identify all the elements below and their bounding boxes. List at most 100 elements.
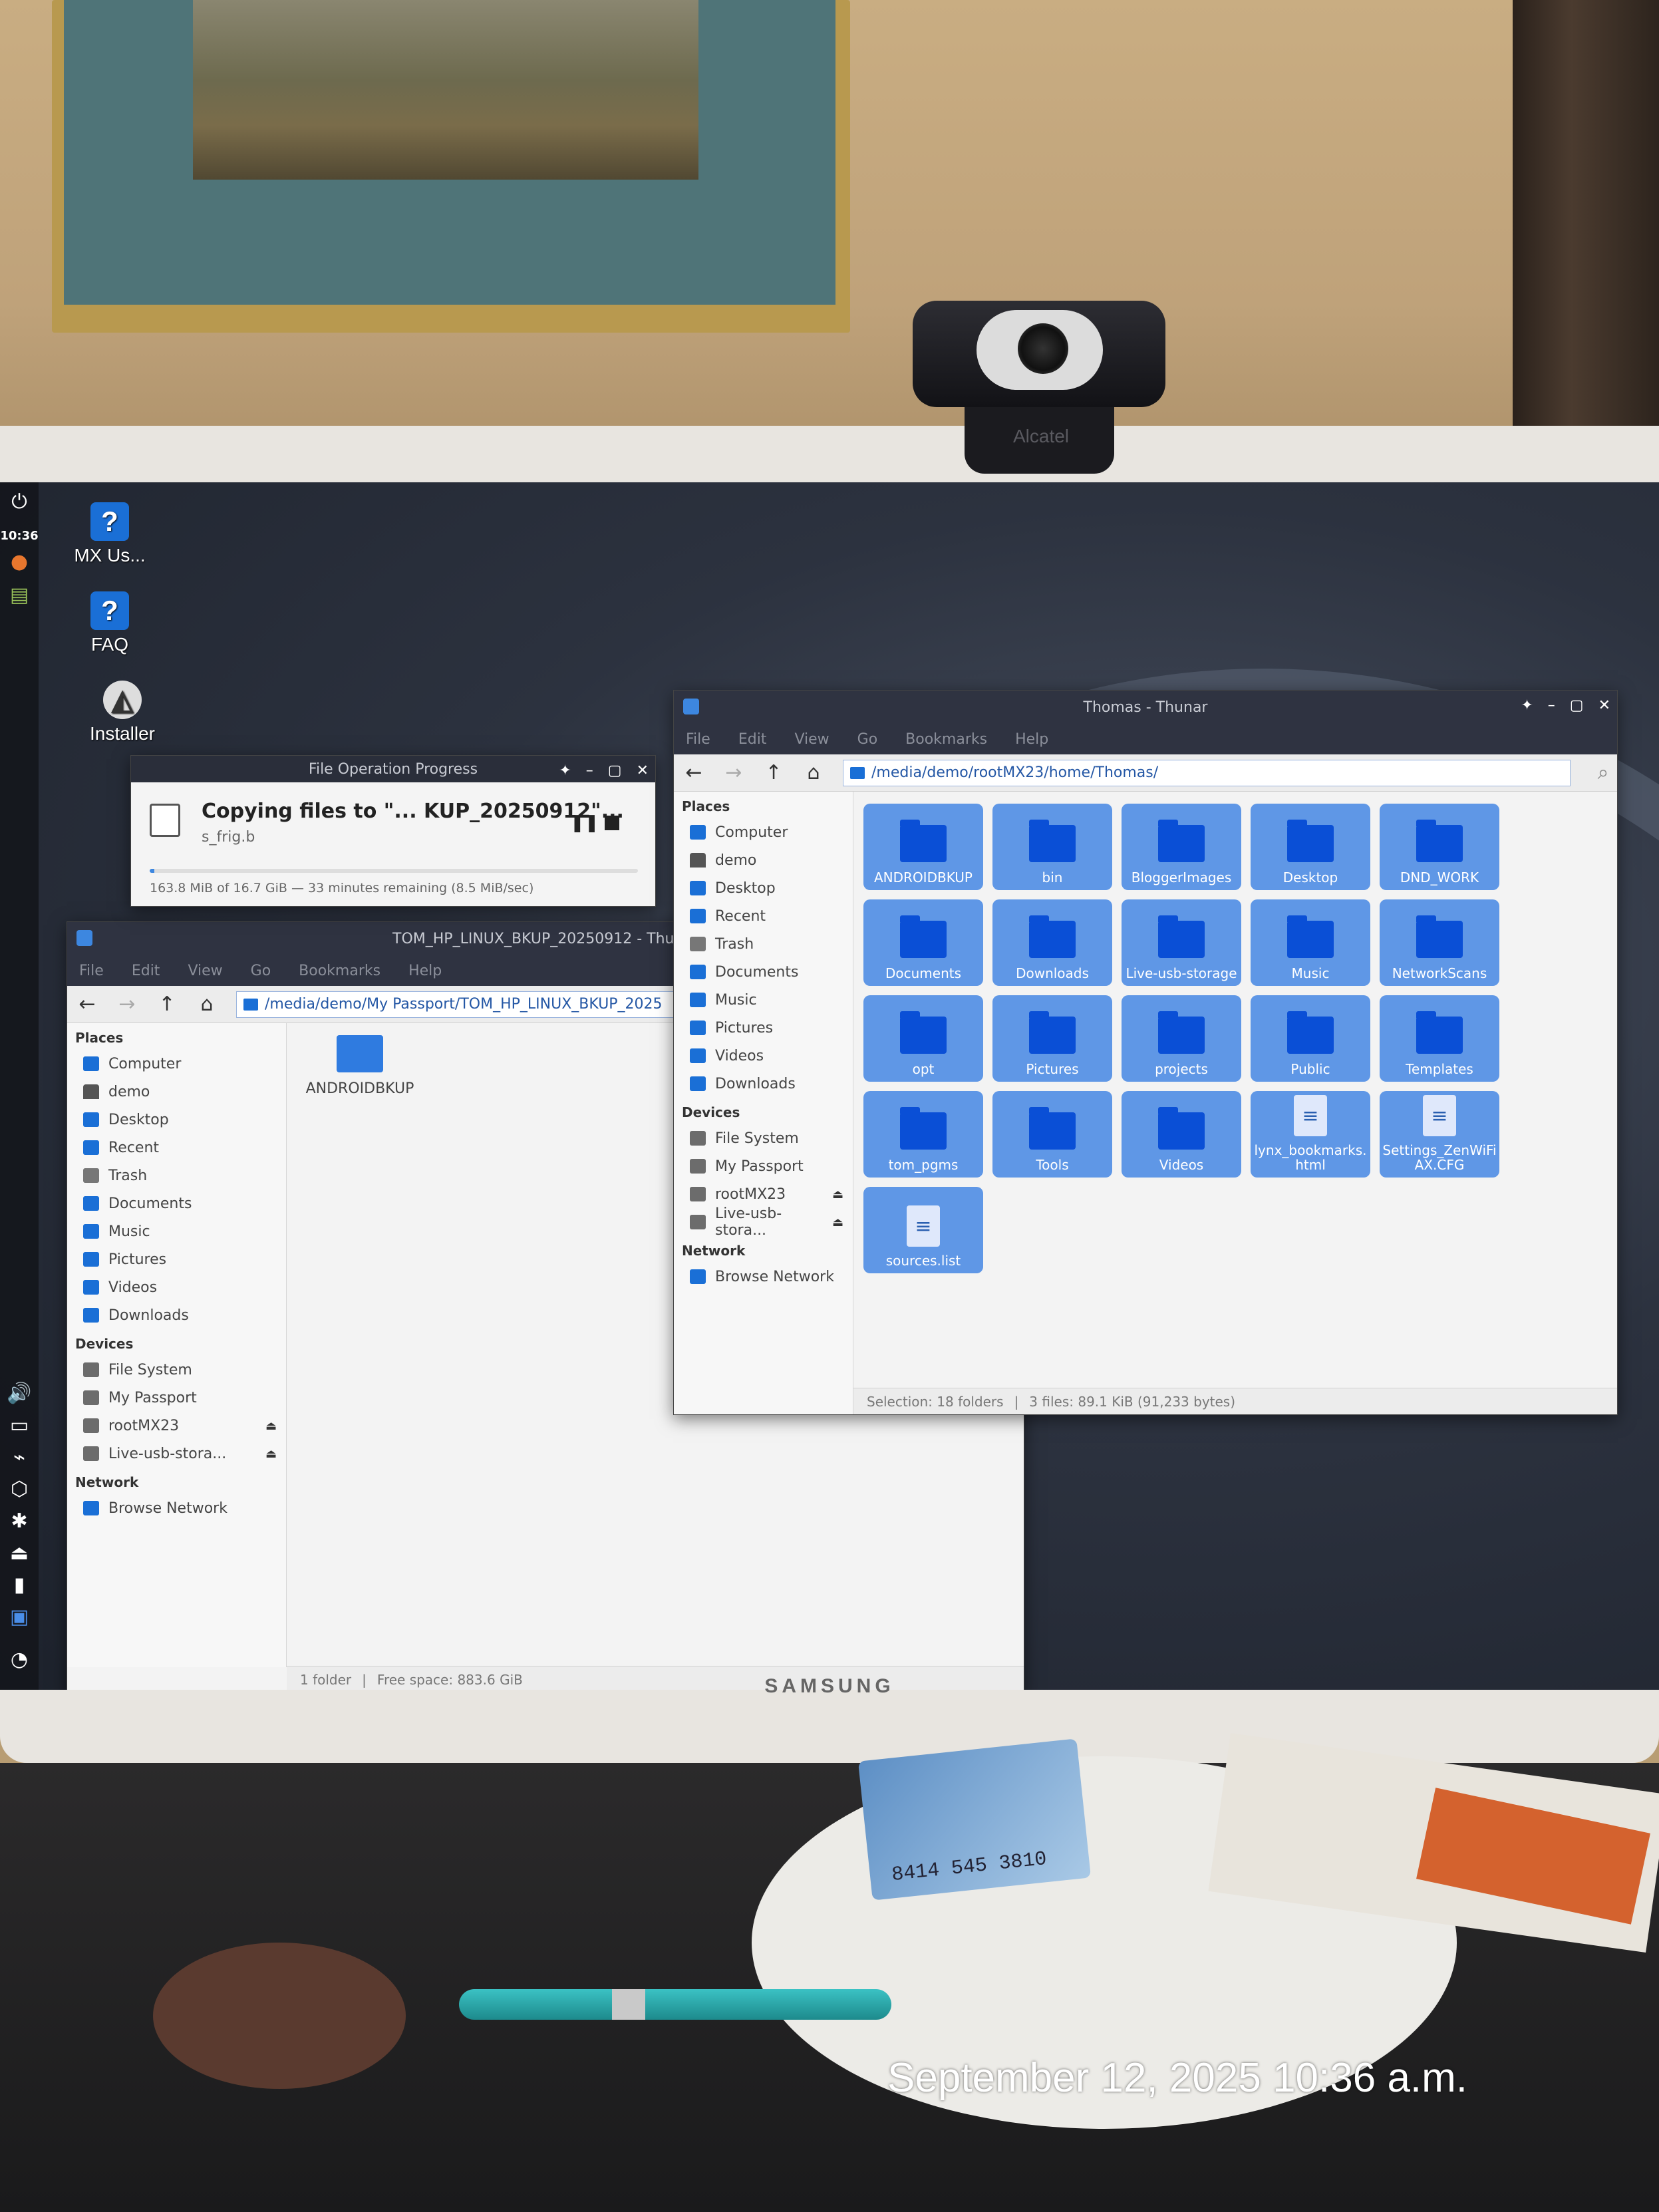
sidebar-item-desktop[interactable]: Desktop xyxy=(674,874,853,902)
file-item-projects[interactable]: projects xyxy=(1122,995,1241,1082)
pin-icon[interactable]: ✦ xyxy=(559,762,571,779)
bluetooth-icon[interactable]: ✱ xyxy=(7,1508,32,1533)
sidebar-item-downloads[interactable]: Downloads xyxy=(67,1301,286,1329)
up-arrow-icon[interactable]: ↑ xyxy=(763,761,784,784)
file-item-tom-pgms[interactable]: tom_pgms xyxy=(863,1091,983,1178)
sidebar-item-browse-network[interactable]: Browse Network xyxy=(67,1494,286,1522)
file-item-desktop[interactable]: Desktop xyxy=(1251,804,1370,890)
desktop-icon-faq[interactable]: ? FAQ xyxy=(57,591,163,655)
sidebar-item-downloads[interactable]: Downloads xyxy=(674,1070,853,1098)
back-arrow-icon[interactable]: ← xyxy=(683,761,704,784)
sidebar-item-pictures[interactable]: Pictures xyxy=(674,1014,853,1042)
sidebar-item-computer[interactable]: Computer xyxy=(67,1050,286,1078)
file-item-music[interactable]: Music xyxy=(1251,899,1370,986)
menu-go[interactable]: Go xyxy=(251,963,271,979)
workspace-icon[interactable]: ▣ xyxy=(7,1604,32,1629)
pin-icon[interactable]: ✦ xyxy=(1521,697,1533,714)
file-manager-icon[interactable]: ▤ xyxy=(7,582,32,607)
file-item-lynx-bookmarks-html[interactable]: ≡ lynx_bookmarks.html xyxy=(1251,1091,1370,1178)
home-icon[interactable]: ⌂ xyxy=(196,993,218,1016)
file-item-settings-zenwifi-ax-cfg[interactable]: ≡ Settings_ZenWiFi AX.CFG xyxy=(1380,1091,1499,1178)
minimize-icon[interactable]: – xyxy=(1548,697,1555,714)
sidebar-item-rootmx23[interactable]: rootMX23 ⏏ xyxy=(67,1412,286,1440)
network-icon[interactable]: ▭ xyxy=(7,1412,32,1438)
sidebar-item-videos[interactable]: Videos xyxy=(674,1042,853,1070)
search-icon[interactable]: ⌕ xyxy=(1589,761,1617,784)
sidebar-item-music[interactable]: Music xyxy=(67,1217,286,1245)
gauge-icon[interactable]: ◔ xyxy=(7,1647,32,1672)
sidebar-item-my-passport[interactable]: My Passport xyxy=(674,1152,853,1180)
sidebar-item-live-usb[interactable]: Live-usb-stora... ⏏ xyxy=(67,1440,286,1468)
file-item-bin[interactable]: bin xyxy=(992,804,1112,890)
file-item-sources-list[interactable]: ≡ sources.list xyxy=(863,1187,983,1273)
menu-file[interactable]: File xyxy=(686,731,710,748)
file-item-public[interactable]: Public xyxy=(1251,995,1370,1082)
desktop-icon-installer[interactable]: ◭ Installer xyxy=(69,681,176,744)
sidebar-item-rootmx23[interactable]: rootMX23 ⏏ xyxy=(674,1180,853,1208)
file-item-documents[interactable]: Documents xyxy=(863,899,983,986)
location-bar[interactable]: /media/demo/rootMX23/home/Thomas/ xyxy=(843,759,1571,786)
eject-icon[interactable]: ⏏ xyxy=(7,1540,32,1565)
file-item-downloads[interactable]: Downloads xyxy=(992,899,1112,986)
forward-arrow-icon[interactable]: → xyxy=(116,993,138,1016)
sidebar-item-videos[interactable]: Videos xyxy=(67,1273,286,1301)
forward-arrow-icon[interactable]: → xyxy=(723,761,744,784)
sidebar-item-pictures[interactable]: Pictures xyxy=(67,1245,286,1273)
file-item-opt[interactable]: opt xyxy=(863,995,983,1082)
eject-icon[interactable]: ⏏ xyxy=(832,1187,843,1201)
maximize-icon[interactable]: ▢ xyxy=(1570,697,1584,714)
sidebar-item-recent[interactable]: Recent xyxy=(674,902,853,930)
close-icon[interactable]: ✕ xyxy=(637,762,649,779)
sidebar-item-filesystem[interactable]: File System xyxy=(674,1124,853,1152)
file-item-templates[interactable]: Templates xyxy=(1380,995,1499,1082)
eject-icon[interactable]: ⏏ xyxy=(265,1419,277,1433)
file-item-bloggerimages[interactable]: BloggerImages xyxy=(1122,804,1241,890)
menu-help[interactable]: Help xyxy=(408,963,442,979)
sidebar-item-desktop[interactable]: Desktop xyxy=(67,1106,286,1134)
stop-button[interactable] xyxy=(605,816,619,830)
menu-view[interactable]: View xyxy=(188,963,222,979)
sidebar-item-my-passport[interactable]: My Passport xyxy=(67,1384,286,1412)
firefox-icon[interactable]: ● xyxy=(7,549,32,574)
home-icon[interactable]: ⌂ xyxy=(803,761,824,784)
file-item-tools[interactable]: Tools xyxy=(992,1091,1112,1178)
window-titlebar[interactable]: Thomas - Thunar ✦ – ▢ ✕ xyxy=(674,691,1617,724)
minimize-icon[interactable]: – xyxy=(586,762,593,779)
menu-bookmarks[interactable]: Bookmarks xyxy=(299,963,380,979)
file-item-androidbkup[interactable]: ANDROIDBKUP xyxy=(863,804,983,890)
thunar-window-thomas[interactable]: Thomas - Thunar ✦ – ▢ ✕ File Edit View G… xyxy=(673,690,1618,1415)
menu-icon[interactable]: ⏻ xyxy=(7,489,32,514)
menu-help[interactable]: Help xyxy=(1015,731,1048,748)
menu-go[interactable]: Go xyxy=(857,731,878,748)
close-icon[interactable]: ✕ xyxy=(1598,697,1610,714)
sidebar-item-home[interactable]: demo xyxy=(674,846,853,874)
back-arrow-icon[interactable]: ← xyxy=(76,993,98,1016)
sidebar-item-documents[interactable]: Documents xyxy=(67,1189,286,1217)
maximize-icon[interactable]: ▢ xyxy=(608,762,622,779)
menu-edit[interactable]: Edit xyxy=(132,963,160,979)
pause-button[interactable]: ❚❚ xyxy=(570,813,599,833)
sidebar-item-documents[interactable]: Documents xyxy=(674,958,853,986)
sidebar-item-music[interactable]: Music xyxy=(674,986,853,1014)
sidebar-item-trash[interactable]: Trash xyxy=(67,1162,286,1189)
menu-view[interactable]: View xyxy=(794,731,829,748)
eject-icon[interactable]: ⏏ xyxy=(832,1215,843,1229)
file-item-live-usb-storage[interactable]: Live-usb-storage xyxy=(1122,899,1241,986)
menu-edit[interactable]: Edit xyxy=(738,731,767,748)
sidebar-item-live-usb[interactable]: Live-usb-stora... ⏏ xyxy=(674,1205,853,1239)
sidebar-item-filesystem[interactable]: File System xyxy=(67,1356,286,1384)
dialog-titlebar[interactable]: File Operation Progress ✦ – ▢ ✕ xyxy=(131,756,655,782)
file-operation-progress-dialog[interactable]: File Operation Progress ✦ – ▢ ✕ Copying … xyxy=(130,755,656,907)
sidebar-item-computer[interactable]: Computer xyxy=(674,818,853,846)
sidebar-item-recent[interactable]: Recent xyxy=(67,1134,286,1162)
menu-file[interactable]: File xyxy=(79,963,104,979)
file-item-pictures[interactable]: Pictures xyxy=(992,995,1112,1082)
package-icon[interactable]: ⬡ xyxy=(7,1476,32,1501)
volume-icon[interactable]: 🔊 xyxy=(7,1380,32,1406)
sidebar-item-home[interactable]: demo xyxy=(67,1078,286,1106)
clip-icon[interactable]: ⌁ xyxy=(7,1444,32,1470)
file-item-networkscans[interactable]: NetworkScans xyxy=(1380,899,1499,986)
desktop-icon-mx-user[interactable]: ? MX Us... xyxy=(57,502,163,566)
file-item-dnd-work[interactable]: DND_WORK xyxy=(1380,804,1499,890)
file-item-androidbkup[interactable]: ANDROIDBKUP xyxy=(293,1035,426,1097)
